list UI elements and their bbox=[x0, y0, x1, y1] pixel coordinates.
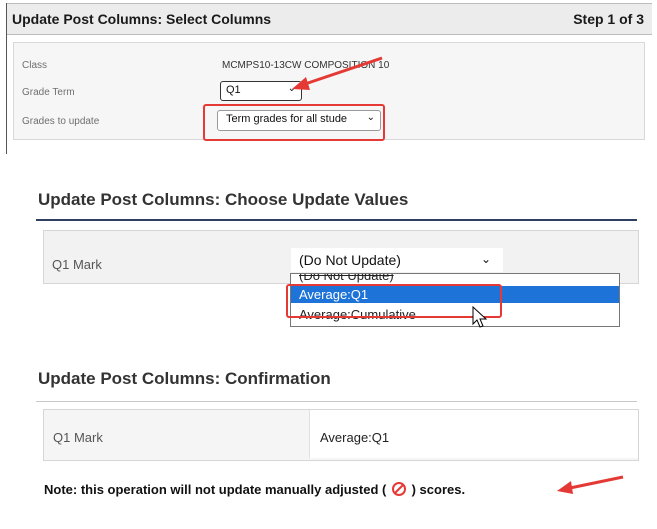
step-indicator: Step 1 of 3 bbox=[573, 11, 644, 27]
annotation-arrow bbox=[292, 56, 383, 90]
grade-term-select-value: Q1 bbox=[226, 84, 241, 96]
no-entry-icon bbox=[391, 482, 406, 496]
title-divider bbox=[36, 401, 637, 402]
grade-term-label: Grade Term bbox=[22, 87, 75, 98]
note-text-after: ) scores. bbox=[411, 482, 466, 497]
q1-mark-select-value: (Do Not Update) bbox=[299, 252, 401, 268]
q1-mark-label: Q1 Mark bbox=[53, 430, 103, 445]
grades-to-update-label: Grades to update bbox=[22, 116, 100, 127]
chevron-down-icon: ⌄ bbox=[480, 252, 491, 266]
confirmation-panel: Update Post Columns: Confirmation Q1 Mar… bbox=[36, 356, 639, 529]
panel-header: Update Post Columns: Select Columns Step… bbox=[7, 3, 652, 35]
q1-mark-value: Average:Q1 bbox=[320, 430, 390, 445]
note-text: Note: this operation will not update man… bbox=[44, 482, 465, 497]
note-text-before: Note: this operation will not update man… bbox=[44, 482, 387, 497]
annotation-arrow bbox=[557, 475, 624, 494]
panel-title: Update Post Columns: Select Columns bbox=[12, 11, 272, 27]
mouse-cursor-icon bbox=[472, 306, 488, 328]
class-label: Class bbox=[22, 60, 48, 71]
option-do-not-update[interactable]: (Do Not Update) bbox=[291, 274, 619, 284]
title-divider bbox=[36, 219, 637, 221]
highlight-box bbox=[286, 284, 502, 318]
q1-mark-label: Q1 Mark bbox=[52, 257, 102, 272]
highlight-box bbox=[203, 104, 385, 141]
q1-mark-select[interactable]: (Do Not Update) ⌄ bbox=[291, 248, 503, 272]
panel-title: Update Post Columns: Choose Update Value… bbox=[38, 190, 409, 209]
panel-title: Update Post Columns: Confirmation bbox=[38, 369, 331, 388]
